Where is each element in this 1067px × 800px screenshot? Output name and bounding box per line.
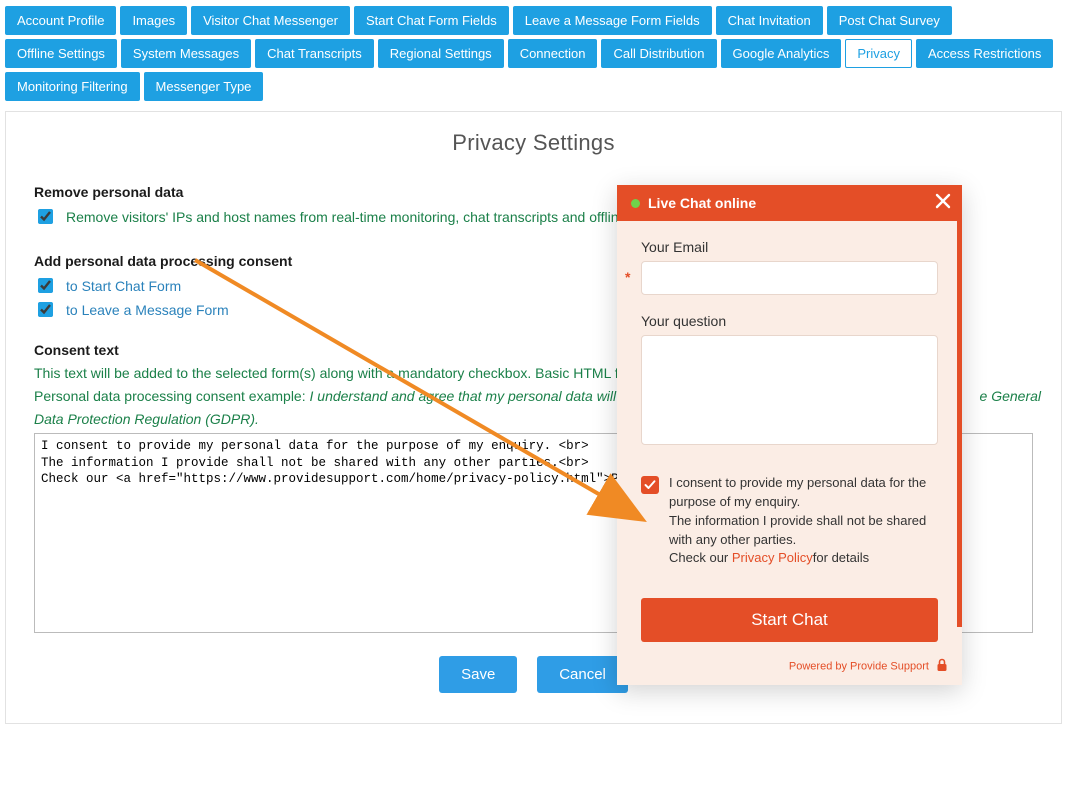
consent-checkbox[interactable] xyxy=(641,476,659,494)
tab-chat-invitation[interactable]: Chat Invitation xyxy=(716,6,823,35)
tab-google-analytics[interactable]: Google Analytics xyxy=(721,39,842,68)
to-leave-message-label[interactable]: to Leave a Message Form xyxy=(66,302,229,318)
to-leave-message-checkbox[interactable] xyxy=(38,302,53,317)
question-label: Your question xyxy=(641,313,938,329)
tab-post-chat-survey[interactable]: Post Chat Survey xyxy=(827,6,952,35)
tab-offline-settings[interactable]: Offline Settings xyxy=(5,39,117,68)
chat-header: Live Chat online xyxy=(617,185,962,221)
tab-call-distribution[interactable]: Call Distribution xyxy=(601,39,716,68)
page-title: Privacy Settings xyxy=(34,130,1033,156)
chat-title: Live Chat online xyxy=(648,195,756,211)
email-label: Your Email xyxy=(641,239,938,255)
tab-connection[interactable]: Connection xyxy=(508,39,598,68)
remove-ips-label[interactable]: Remove visitors' IPs and host names from… xyxy=(66,209,626,225)
settings-tabs: Account Profile Images Visitor Chat Mess… xyxy=(0,0,1067,101)
chat-widget: Live Chat online Your Email * Your quest… xyxy=(617,185,962,685)
tab-system-messages[interactable]: System Messages xyxy=(121,39,251,68)
tab-privacy[interactable]: Privacy xyxy=(845,39,912,68)
status-online-icon xyxy=(631,199,640,208)
question-textarea[interactable] xyxy=(641,335,938,445)
tab-regional-settings[interactable]: Regional Settings xyxy=(378,39,504,68)
start-chat-button[interactable]: Start Chat xyxy=(641,598,938,642)
email-input[interactable] xyxy=(641,261,938,295)
tab-visitor-chat-messenger[interactable]: Visitor Chat Messenger xyxy=(191,6,350,35)
tab-monitoring-filtering[interactable]: Monitoring Filtering xyxy=(5,72,140,101)
required-asterisk: * xyxy=(625,269,630,285)
tab-start-chat-form-fields[interactable]: Start Chat Form Fields xyxy=(354,6,509,35)
to-start-chat-label[interactable]: to Start Chat Form xyxy=(66,278,181,294)
chat-footer: Powered by Provide Support xyxy=(617,652,962,685)
tab-messenger-type[interactable]: Messenger Type xyxy=(144,72,264,101)
cancel-button[interactable]: Cancel xyxy=(537,656,628,693)
privacy-policy-link[interactable]: Privacy Policy xyxy=(732,550,813,565)
save-button[interactable]: Save xyxy=(439,656,517,693)
tab-images[interactable]: Images xyxy=(120,6,187,35)
to-start-chat-checkbox[interactable] xyxy=(38,278,53,293)
consent-text: I consent to provide my personal data fo… xyxy=(669,474,938,568)
chat-scrollbar[interactable] xyxy=(957,221,962,627)
tab-access-restrictions[interactable]: Access Restrictions xyxy=(916,39,1053,68)
remove-ips-checkbox[interactable] xyxy=(38,209,53,224)
lock-icon xyxy=(936,658,948,675)
tab-leave-message-form-fields[interactable]: Leave a Message Form Fields xyxy=(513,6,712,35)
tab-chat-transcripts[interactable]: Chat Transcripts xyxy=(255,39,374,68)
close-icon[interactable] xyxy=(934,192,952,213)
tab-account-profile[interactable]: Account Profile xyxy=(5,6,116,35)
